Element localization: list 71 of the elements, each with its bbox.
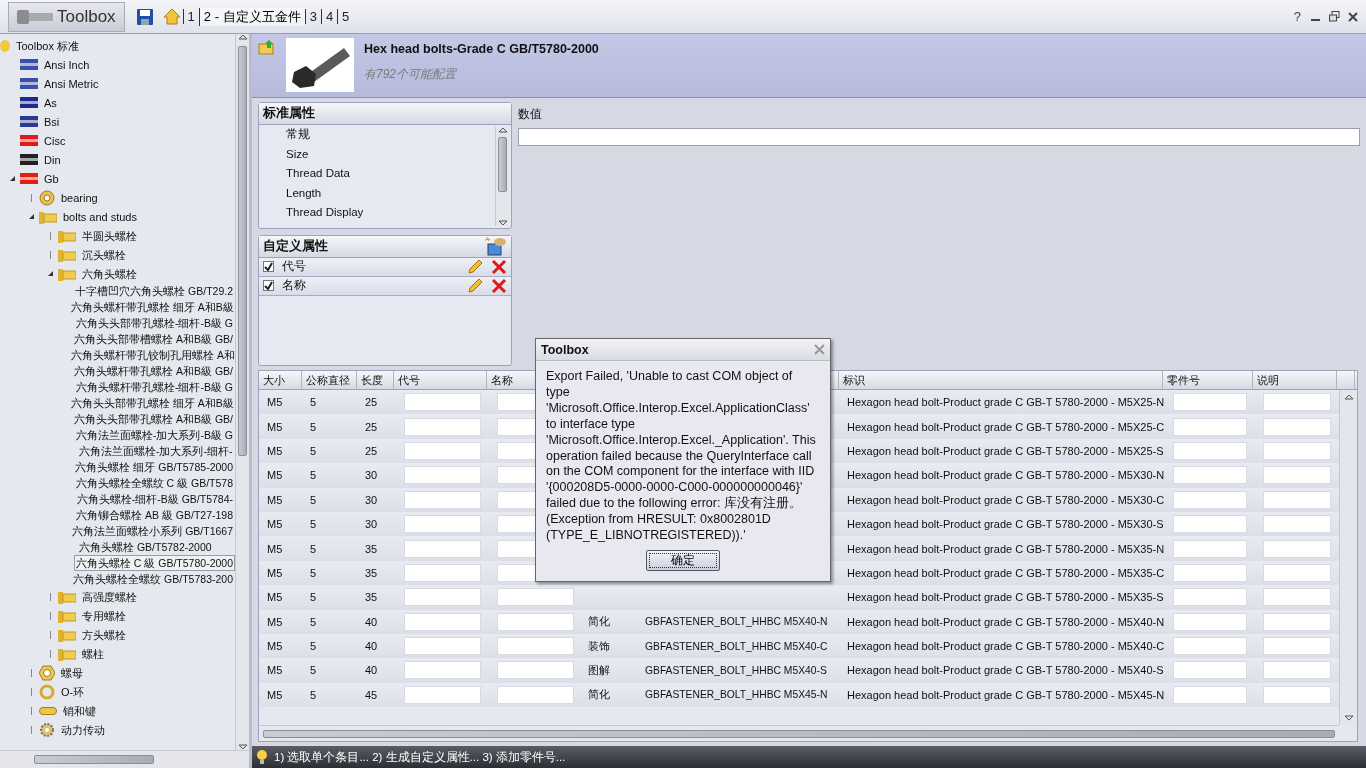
table-cell-text: 35 — [364, 591, 379, 604]
table-cell-text: 40 — [364, 640, 379, 653]
table-cell-text: 简化 — [587, 614, 611, 630]
table-cell-text: Hexagon head bolt-Product grade C GB-T 5780-2000 - M5X30-S — [846, 518, 1163, 531]
table-cell-text: Hexagon head bolt-Product grade C GB-T 5780-2000 - M5X35-C — [846, 566, 1163, 579]
table-cell-text: M5 — [266, 493, 284, 506]
table-cell-text: 25 — [364, 444, 379, 457]
table-cell-text: M5 — [266, 469, 284, 482]
table-cell-text: 5 — [309, 688, 318, 701]
app-title: Toolbox — [57, 6, 116, 27]
table-cell-text: M5 — [266, 396, 284, 409]
table-cell-text: M5 — [266, 615, 284, 628]
table-cell-text: 30 — [364, 493, 379, 506]
table-cell-text: Hexagon head bolt-Product grade C GB-T 5780-2000 - M5X40-S — [846, 664, 1163, 677]
table-cell-text: 图解 — [587, 663, 611, 678]
table-cell-text: 45 — [364, 688, 379, 701]
table-cell-text: M5 — [266, 591, 284, 604]
dialog-title: Toolbox — [541, 342, 589, 357]
table-cell-text: 5 — [309, 542, 318, 555]
status-text: 1) 选取单个条目... 2) 生成自定义属性... 3) 添加零件号... — [274, 749, 566, 765]
table-cell-text: 25 — [364, 396, 379, 409]
table-cell-text: M5 — [266, 420, 284, 433]
table-cell-text: 5 — [309, 420, 318, 433]
table-cell-text: 5 — [309, 444, 318, 457]
table-cell-text: GBFASTENER_BOLT_HHBC M5X40-N — [644, 616, 829, 628]
panel-title: 自定义属性 — [263, 237, 328, 255]
property-name: 代号 — [282, 259, 307, 275]
table-cell-text: Hexagon head bolt-Product grade C GB-T 5780-2000 - M5X45-N — [846, 688, 1163, 701]
table-cell-text: M5 — [266, 688, 284, 701]
table-cell-text: 简化 — [587, 687, 611, 703]
table-cell-text: 30 — [364, 518, 379, 531]
configuration-count: 有792个可能配置 — [364, 66, 458, 83]
table-cell-text: M5 — [266, 566, 284, 579]
table-cell-text: M5 — [266, 444, 284, 457]
table-cell-text: Hexagon head bolt-Product grade C GB-T 5780-2000 - M5X30-C — [846, 493, 1163, 506]
table-cell-text: M5 — [266, 640, 284, 653]
panel-title: 标准属性 — [263, 105, 315, 122]
table-cell-text: 装饰 — [587, 638, 611, 654]
table-cell-text: GBFASTENER_BOLT_HHBC M5X45-N — [644, 689, 829, 701]
table-cell-text: 5 — [309, 493, 318, 506]
table-cell-text: M5 — [266, 542, 284, 555]
table-cell-text: Hexagon head bolt-Product grade C GB-T 5780-2000 - M5X25-S — [846, 444, 1163, 457]
table-cell-text: 5 — [309, 591, 318, 604]
product-title: Hex head bolts-Grade C GB/T5780-2000 — [364, 42, 599, 56]
table-cell-text: 5 — [309, 566, 318, 579]
table-cell-text: Hexagon head bolt-Product grade C GB-T 5780-2000 - M5X30-N — [846, 469, 1163, 482]
table-cell-text: Hexagon head bolt-Product grade C GB-T 5780-2000 - M5X40-C — [846, 640, 1163, 653]
table-cell-text: 25 — [364, 420, 379, 433]
table-cell-text: 40 — [364, 664, 379, 677]
table-cell-text: Hexagon head bolt-Product grade C GB-T 5780-2000 - M5X40-N — [846, 615, 1163, 628]
table-cell-text: 5 — [309, 664, 318, 677]
table-cell-text: M5 — [266, 664, 284, 677]
table-cell-text: Hexagon head bolt-Product grade C GB-T 5780-2000 - M5X25-N — [846, 396, 1163, 409]
table-cell-text: 5 — [309, 615, 318, 628]
property-name: 名称 — [282, 278, 307, 294]
table-cell-text: Hexagon head bolt-Product grade C GB-T 5780-2000 - M5X35-N — [846, 542, 1163, 555]
table-cell-text: 40 — [364, 615, 379, 628]
table-cell-text: Hexagon head bolt-Product grade C GB-T 5780-2000 - M5X25-C — [846, 420, 1163, 433]
table-cell-text: 30 — [364, 469, 379, 482]
table-cell-text: M5 — [266, 518, 284, 531]
table-cell-text: 35 — [364, 566, 379, 579]
table-cell-text: 35 — [364, 542, 379, 555]
table-cell-text: 5 — [309, 518, 318, 531]
table-cell-text: 5 — [309, 640, 318, 653]
error-message: Export Failed, 'Unable to cast COM object of type 'Microsoft.Office.Interop.Excel.ApplicationClass' to interface type 'Microsoft.Office.Interop.Excel._Application'. This operation failed because the QueryInterface call on the COM component for the interface with IID '{000208D5-0000-0000-C000-000000000046}' failed due to the following error: 库没有注册。 (Exception from HRESULT: 0x8002801D (TYPE_E_LIBNOTREGISTERED)).' — [546, 369, 816, 544]
table-cell-text: 5 — [309, 396, 318, 409]
table-cell-text: 5 — [309, 469, 318, 482]
table-cell-text: GBFASTENER_BOLT_HHBC M5X40-C — [644, 640, 829, 652]
table-cell-text: Hexagon head bolt-Product grade C GB-T 5780-2000 - M5X35-S — [846, 591, 1163, 604]
field-label: 数值 — [518, 106, 543, 123]
table-cell-text: GBFASTENER_BOLT_HHBC M5X40-S — [644, 665, 828, 676]
